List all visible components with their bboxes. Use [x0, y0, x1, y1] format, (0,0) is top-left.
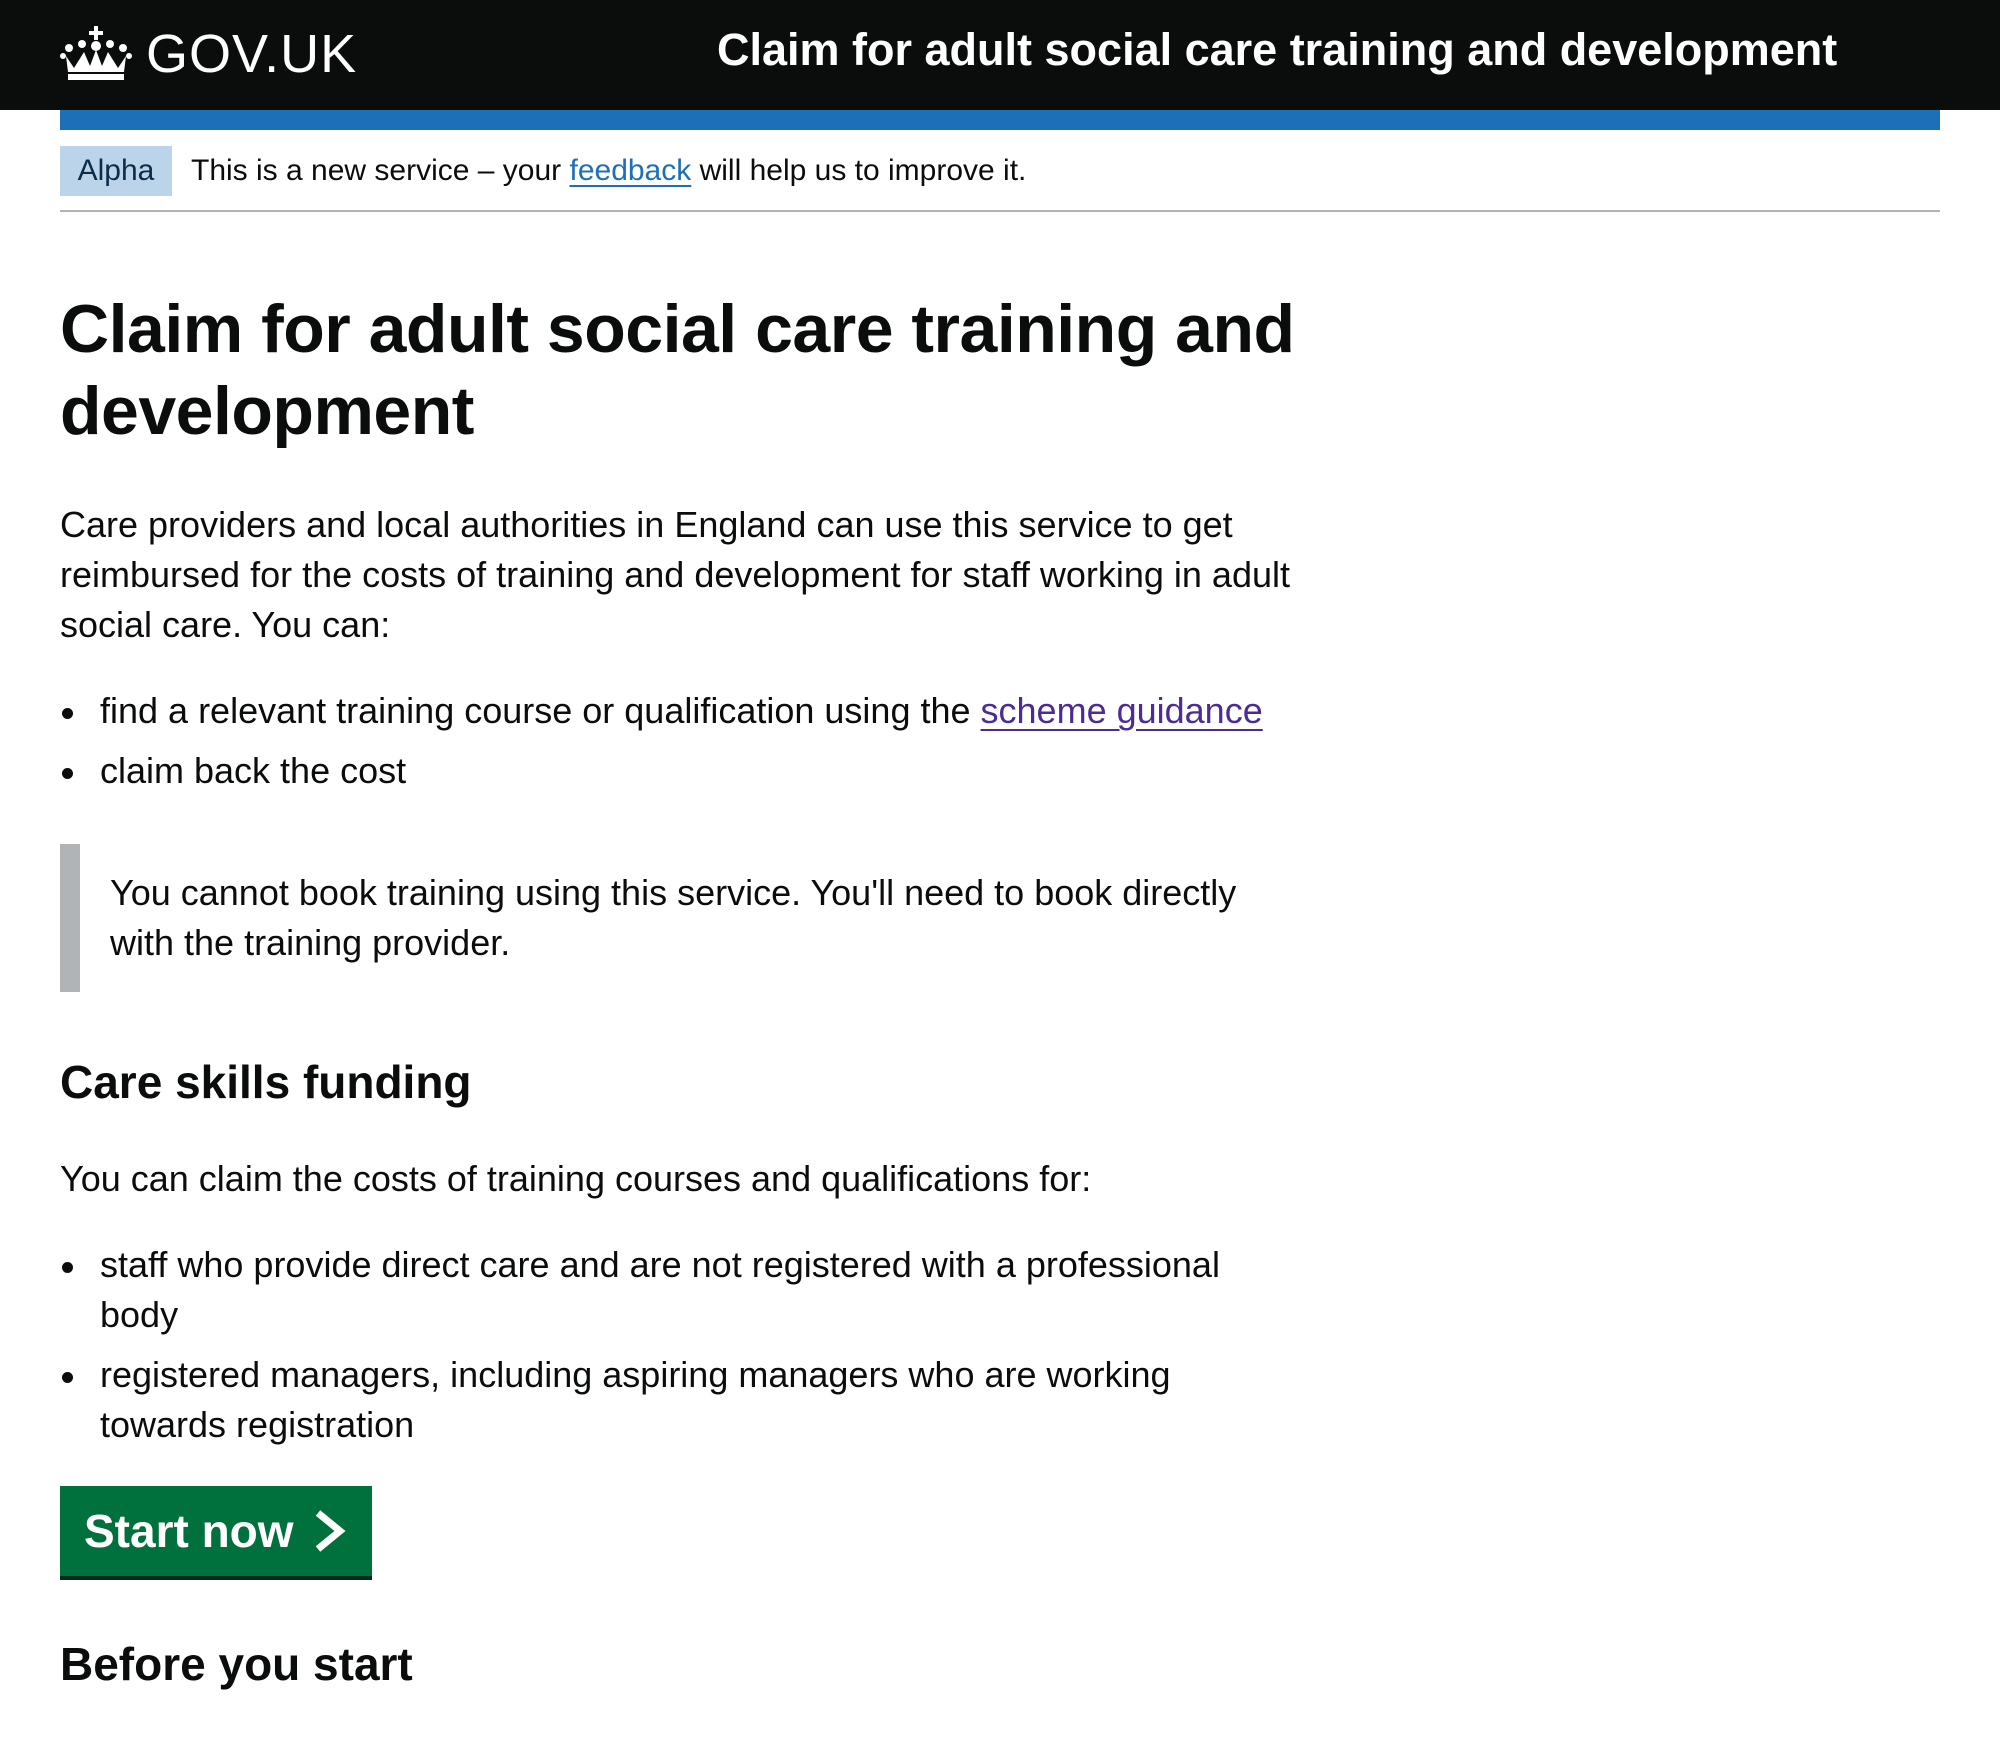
- list-item-text: find a relevant training course or quali…: [100, 690, 981, 731]
- crown-icon: [60, 26, 132, 80]
- page-title: Claim for adult social care training and…: [60, 291, 1295, 449]
- list-item: registered managers, including aspiring …: [60, 1350, 1300, 1450]
- phase-tag: Alpha: [60, 146, 172, 196]
- phase-text-after: will help us to improve it.: [691, 154, 1027, 187]
- start-now-button[interactable]: Start now: [60, 1486, 372, 1576]
- scheme-guidance-link[interactable]: scheme guidance: [981, 690, 1263, 731]
- you-can-list: find a relevant training course or quali…: [60, 686, 1300, 796]
- phase-banner-text: This is a new service – your feedback wi…: [191, 146, 1026, 196]
- list-item: staff who provide direct care and are no…: [60, 1240, 1300, 1340]
- inset-text: You cannot book training using this serv…: [60, 844, 1300, 992]
- intro-paragraph: Care providers and local authorities in …: [60, 504, 1290, 645]
- logo-text: GOV.UK: [146, 24, 358, 84]
- main-content: Claim for adult social care training and…: [60, 288, 1300, 1694]
- eligibility-list: staff who provide direct care and are no…: [60, 1240, 1300, 1450]
- start-button-label: Start now: [84, 1505, 294, 1557]
- header-blue-bar: [60, 110, 1940, 130]
- feedback-link[interactable]: feedback: [569, 154, 691, 187]
- list-item: find a relevant training course or quali…: [60, 686, 1300, 736]
- section-heading: Care skills funding: [60, 1056, 472, 1108]
- list-item: claim back the cost: [60, 746, 1300, 796]
- phase-banner: Alpha This is a new service – your feedb…: [60, 146, 1940, 212]
- site-header: GOV.UK Claim for adult social care train…: [0, 0, 2000, 110]
- service-name-link[interactable]: Claim for adult social care training and…: [717, 18, 1837, 82]
- phase-text-before: This is a new service – your: [191, 154, 570, 187]
- before-you-start-heading: Before you start: [60, 1638, 413, 1690]
- chevron-right-icon: [315, 1510, 346, 1552]
- govuk-logo-link[interactable]: GOV.UK: [60, 14, 357, 94]
- section-intro: You can claim the costs of training cour…: [60, 1158, 1092, 1199]
